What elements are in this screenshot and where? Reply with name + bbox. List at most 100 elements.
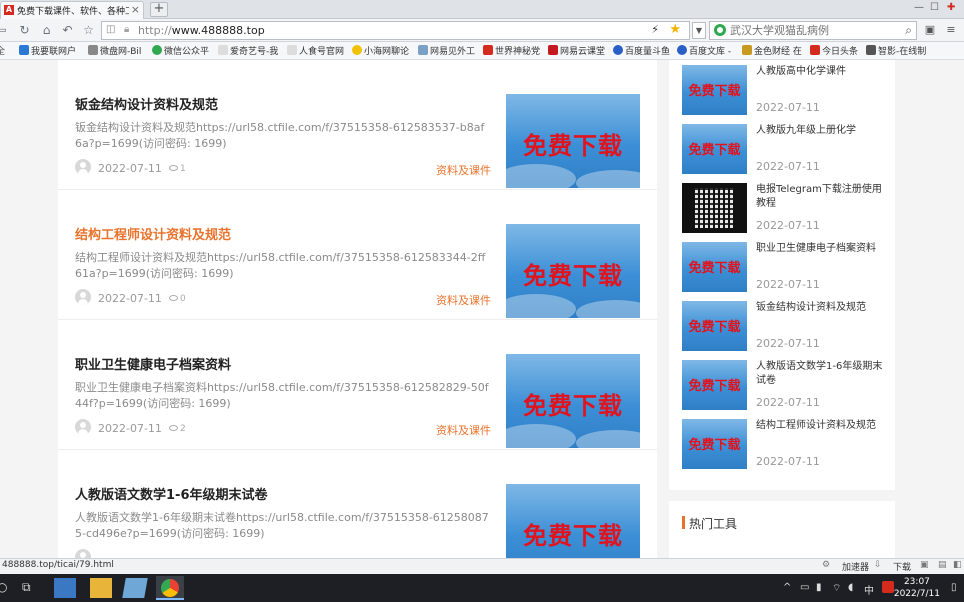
accelerator-icon[interactable]: ⚙ xyxy=(822,560,830,570)
accelerator-label[interactable]: 加速器 xyxy=(842,560,869,573)
sidebar-post-title[interactable]: 电报Telegram下载注册使用教程 xyxy=(756,183,886,211)
sidebar-post-title[interactable]: 人教版九年级上册化学 xyxy=(756,124,886,138)
sidebar-post-date: 2022-07-11 xyxy=(756,455,820,468)
sogou-icon[interactable] xyxy=(882,581,894,593)
sidebar-thumbnail[interactable]: 免费下载 xyxy=(682,124,747,174)
sidebar-post[interactable]: 免费下载 人教版语文数学1-6年级期末试卷 2022-07-11 xyxy=(682,360,887,418)
bookmark-item[interactable]: 百度量斗鱼 xyxy=(613,44,670,58)
sidebar-thumbnail[interactable]: 免费下载 xyxy=(682,419,747,469)
search-icon[interactable]: ⌕ xyxy=(905,23,912,38)
sidebar-post[interactable]: 免费下载 职业卫生健康电子档案资料 2022-07-11 xyxy=(682,242,887,300)
browser-icon xyxy=(161,579,179,597)
sidebar-post-title[interactable]: 结构工程师设计资料及规范 xyxy=(756,419,886,433)
status-bar: 488888.top/ticai/79.html ⚙ 加速器 ⇩ 下载 ▣ ▤ … xyxy=(0,558,964,574)
bookmark-star-icon[interactable]: ★ xyxy=(669,22,681,37)
search-input[interactable] xyxy=(730,23,894,38)
bookmark-item[interactable]: 网易云课堂 xyxy=(548,44,605,58)
zoom-icon[interactable]: ◧ xyxy=(953,560,962,570)
volume-icon[interactable]: ◖ xyxy=(848,582,853,593)
favorites-icon[interactable]: ☆ xyxy=(81,23,96,38)
post-title[interactable]: 结构工程师设计资料及规范 xyxy=(75,224,231,243)
qr-code-thumbnail[interactable] xyxy=(682,183,747,233)
sidebar-post-title[interactable]: 人教版高中化学课件 xyxy=(756,65,886,79)
notification-icon[interactable]: ▯ xyxy=(951,582,957,593)
sidebar-post-title[interactable]: 人教版语文数学1-6年级期末试卷 xyxy=(756,360,886,388)
sidebar-post[interactable]: 电报Telegram下载注册使用教程 2022-07-11 xyxy=(682,183,887,241)
sidebar-post-title[interactable]: 职业卫生健康电子档案资料 xyxy=(756,242,886,256)
battery-icon[interactable]: ▮ xyxy=(816,582,822,593)
search-icon[interactable]: ○ xyxy=(0,580,7,594)
sidebar-thumbnail[interactable]: 免费下载 xyxy=(682,360,747,410)
menu-icon[interactable]: ≡ xyxy=(944,23,958,37)
post-title[interactable]: 钣金结构设计资料及规范 xyxy=(75,94,218,113)
post-category-link[interactable]: 资料及课件 xyxy=(436,422,491,438)
post-thumbnail[interactable]: 免费下载 xyxy=(506,484,640,558)
new-tab-button[interactable]: + xyxy=(150,2,168,17)
post-title[interactable]: 职业卫生健康电子档案资料 xyxy=(75,354,231,373)
clock-time: 23:07 xyxy=(903,577,930,587)
avatar xyxy=(75,549,91,558)
post-excerpt: 钣金结构设计资料及规范https://url58.ctfile.com/f/37… xyxy=(75,121,485,150)
bookmark-overflow[interactable]: 全 xyxy=(0,44,5,58)
bookmark-item[interactable]: 微信公众平 xyxy=(152,44,209,58)
bookmark-item[interactable]: 世界神秘党 xyxy=(483,44,540,58)
home-icon[interactable]: ⌂ xyxy=(39,23,54,38)
sidebar-toggle-icon[interactable]: ▣ xyxy=(923,23,937,37)
sidebar-post[interactable]: 免费下载 人教版高中化学课件 2022-07-11 xyxy=(682,65,887,123)
bookmark-item[interactable]: 网易见外工 xyxy=(418,44,475,58)
maximize-icon[interactable]: ☐ xyxy=(930,2,939,13)
search-engine-icon[interactable] xyxy=(714,24,726,36)
sidebar-post-title[interactable]: 钣金结构设计资料及规范 xyxy=(756,301,886,315)
post-thumbnail[interactable]: 免费下载 xyxy=(506,224,640,318)
address-bar[interactable]: ◫ 🔒︎ http://www.488888.top ⚡︎ ★ xyxy=(101,21,690,40)
post-thumbnail[interactable]: 免费下载 xyxy=(506,94,640,188)
browser-tab[interactable]: A 免费下载课件、软件、各种工具 × xyxy=(0,1,144,19)
bookmark-item[interactable]: 金色财经 在 xyxy=(742,44,802,58)
system-clock[interactable]: 23:07 2022/7/11 xyxy=(894,576,940,600)
bookmark-item[interactable]: 我要联网户 xyxy=(19,44,76,58)
post-thumbnail[interactable]: 免费下载 xyxy=(506,354,640,448)
undo-close-icon[interactable]: ↶ xyxy=(60,23,75,38)
refresh-icon[interactable]: ↻ xyxy=(17,23,32,38)
screenshot-icon[interactable]: ▣ xyxy=(920,560,929,570)
ime-indicator[interactable]: 中 xyxy=(864,582,874,597)
file-explorer-icon[interactable] xyxy=(90,578,112,598)
bookmark-item[interactable]: 百度文库 - xyxy=(677,44,731,58)
game-icon[interactable]: ✚ xyxy=(947,2,955,13)
sidebar-thumbnail[interactable]: 免费下载 xyxy=(682,301,747,351)
sidebar-post[interactable]: 免费下载 人教版九年级上册化学 2022-07-11 xyxy=(682,124,887,182)
sidebar-post-date: 2022-07-11 xyxy=(756,101,820,114)
tray-expand-icon[interactable]: ^ xyxy=(783,582,791,593)
network-icon[interactable]: ▭ xyxy=(800,582,809,593)
bookmark-item[interactable]: 人食号官网 xyxy=(287,44,344,58)
sidebar-post[interactable]: 免费下载 结构工程师设计资料及规范 2022-07-11 xyxy=(682,419,887,477)
bookmark-item[interactable]: 今日头条 xyxy=(810,44,858,58)
bookmark-item[interactable]: 智影-在线制 xyxy=(866,44,926,58)
sidebar-thumbnail[interactable]: 免费下载 xyxy=(682,242,747,292)
download-icon[interactable]: ⇩ xyxy=(874,560,882,570)
wifi-icon[interactable]: ⌔ xyxy=(832,582,841,595)
back-icon[interactable]: ⇦ xyxy=(0,23,9,38)
download-label[interactable]: 下载 xyxy=(893,560,911,573)
address-dropdown-icon[interactable]: ▼ xyxy=(692,22,706,39)
bookmark-item[interactable]: 小海网聊论 xyxy=(352,44,409,58)
speed-mode-icon[interactable]: ⚡︎ xyxy=(651,23,659,36)
section-accent-bar xyxy=(682,516,685,529)
tab-close-icon[interactable]: × xyxy=(131,3,140,16)
notepad-icon[interactable] xyxy=(122,578,148,598)
task-view-icon[interactable]: ⧉ xyxy=(22,580,31,595)
post-category-link[interactable]: 资料及课件 xyxy=(436,292,491,308)
minimize-icon[interactable]: — xyxy=(914,2,924,13)
sidebar-thumbnail[interactable]: 免费下载 xyxy=(682,65,747,115)
bookmark-item[interactable]: 爱奇艺号-我 xyxy=(218,44,278,58)
post-category-link[interactable]: 资料及课件 xyxy=(436,162,491,178)
address-url[interactable]: http://www.488888.top xyxy=(138,24,265,37)
security-icon[interactable]: 🔒︎ xyxy=(124,24,129,35)
sidebar-post[interactable]: 免费下载 钣金结构设计资料及规范 2022-07-11 xyxy=(682,301,887,359)
browser-taskbar-button[interactable] xyxy=(156,576,184,600)
post-title[interactable]: 人教版语文数学1-6年级期末试卷 xyxy=(75,484,268,503)
search-box[interactable]: ⌕ xyxy=(709,21,917,40)
bookmark-item[interactable]: 微盘网-Bil xyxy=(88,44,141,58)
cleanup-icon[interactable]: ▤ xyxy=(938,560,947,570)
calculator-icon[interactable] xyxy=(54,578,76,598)
